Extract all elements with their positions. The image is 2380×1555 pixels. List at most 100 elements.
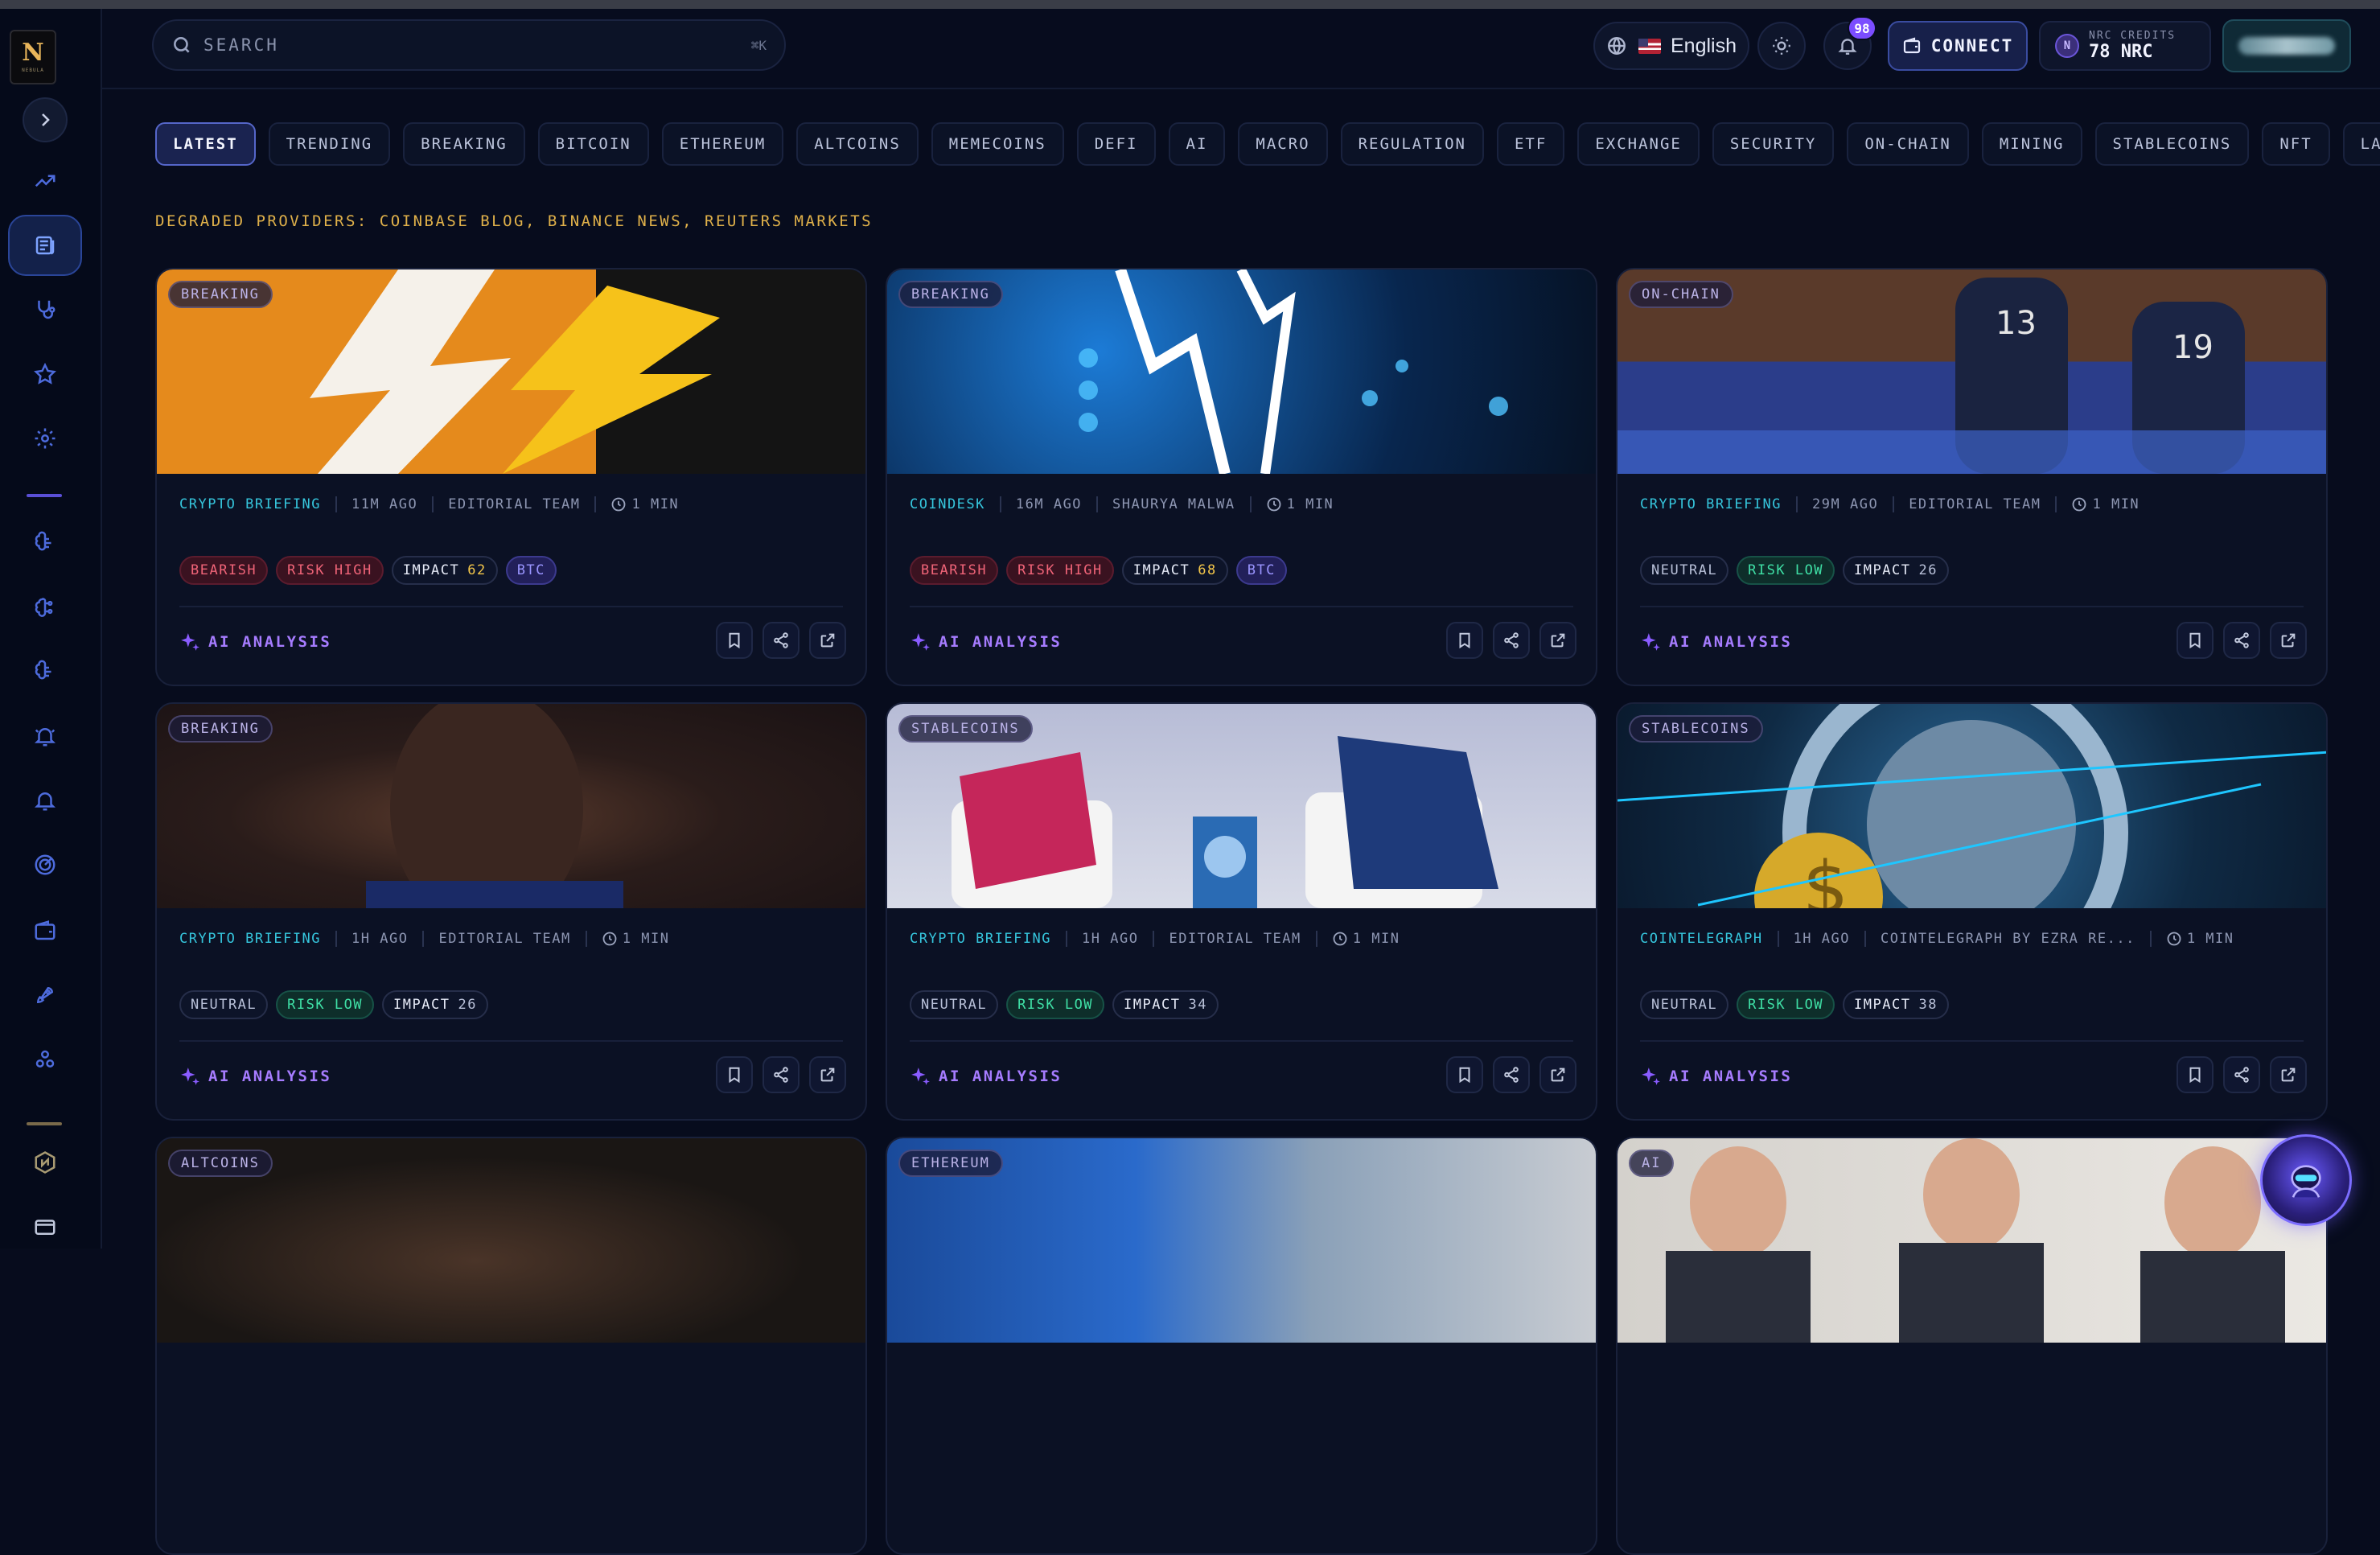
open-external-button[interactable] [2270, 622, 2307, 659]
tab-etf[interactable]: ETF [1496, 122, 1565, 166]
tab-breaking[interactable]: BREAKING [403, 122, 525, 166]
tab-macro[interactable]: MACRO [1238, 122, 1328, 166]
news-card-image[interactable]: BREAKING [157, 704, 865, 908]
category-tabs: LATEST TRENDING BREAKING BITCOIN ETHEREUM ALT… [155, 122, 2380, 167]
sidebar-item-health[interactable] [16, 281, 74, 339]
ai-analysis-button[interactable]: AI ANALYSIS [1640, 1066, 1792, 1087]
news-card[interactable]: AI [1616, 1137, 2328, 1555]
sidebar-item-settings[interactable] [16, 409, 74, 467]
tab-exchange[interactable]: EXCHANGE [1577, 122, 1700, 166]
sidebar-item-radar[interactable] [16, 836, 74, 894]
open-external-button[interactable] [1539, 1056, 1576, 1093]
share-button[interactable] [1493, 1056, 1530, 1093]
tab-bitcoin[interactable]: BITCOIN [537, 122, 649, 166]
share-button[interactable] [1493, 622, 1530, 659]
tab-security[interactable]: SECURITY [1712, 122, 1835, 166]
news-card[interactable]: STABLECOINS CRYPTO BRIEFING 1H AGO EDITORIA… [886, 702, 1597, 1121]
open-external-button[interactable] [1539, 622, 1576, 659]
ai-analysis-button[interactable]: AI ANALYSIS [179, 631, 331, 652]
open-external-button[interactable] [809, 1056, 846, 1093]
news-card[interactable]: $STABLECOINSCOINTELEGRAPH1H AGOCOINTELEG… [1616, 702, 2328, 1121]
sidebar-item-signals[interactable] [16, 643, 74, 701]
credits-display[interactable]: N NRC CREDITS 78 NRC [2039, 21, 2211, 71]
asset-badge[interactable]: BTC [505, 556, 557, 585]
bookmark-button[interactable] [716, 622, 753, 659]
tab-ai[interactable]: AI [1168, 122, 1226, 166]
news-card-image[interactable]: AI [1617, 1138, 2326, 1343]
app-logo[interactable]: N NEBULA [10, 30, 56, 84]
news-card[interactable]: BREAKING CRYPTO BRIEFING 1H AGO EDITORIAL T… [155, 702, 867, 1121]
sidebar-item-favorites[interactable] [16, 345, 74, 403]
news-card-image[interactable]: STABLECOINS [887, 704, 1596, 908]
sidebar-item-analytics[interactable] [16, 578, 74, 636]
tab-latest[interactable]: LATEST [155, 122, 256, 166]
news-card[interactable]: 13 19 ON-CHAIN CRYPTO BRIEFING 29M AGO EDITOR… [1616, 268, 2328, 686]
tab-defi[interactable]: DEFI [1076, 122, 1156, 166]
ai-analysis-button[interactable]: AI ANALYSIS [910, 631, 1062, 652]
clock-icon [2167, 932, 2181, 946]
news-card-image[interactable]: 13 19 ON-CHAIN [1617, 269, 2326, 474]
bookmark-button[interactable] [1446, 622, 1483, 659]
source-link[interactable]: COINTELEGRAPH [1640, 931, 1763, 947]
sidebar-item-launch[interactable] [16, 966, 74, 1024]
tab-altcoins[interactable]: ALTCOINS [796, 122, 919, 166]
open-external-button[interactable] [2270, 1056, 2307, 1093]
news-card[interactable]: ALTCOINS [155, 1137, 867, 1555]
tab-regulation[interactable]: REGULATION [1340, 122, 1484, 166]
share-button[interactable] [2223, 1056, 2260, 1093]
ai-assistant-button[interactable] [2260, 1134, 2352, 1226]
tab-layer-2[interactable]: LAYER 2 [2342, 122, 2380, 166]
bookmark-button[interactable] [2177, 1056, 2214, 1093]
tab-stablecoins[interactable]: STABLECOINS [2094, 122, 2250, 166]
sidebar-item-network[interactable] [16, 1030, 74, 1088]
language-selector[interactable]: English [1593, 22, 1749, 70]
sidebar-item-notifications[interactable] [16, 771, 74, 829]
sidebar-expand-button[interactable] [23, 97, 68, 142]
ai-analysis-label: AI ANALYSIS [1669, 1068, 1793, 1085]
ai-analysis-button[interactable]: AI ANALYSIS [179, 1066, 331, 1087]
share-button[interactable] [763, 1056, 799, 1093]
tab-mining[interactable]: MINING [1981, 122, 2082, 166]
sidebar-item-trending[interactable] [16, 152, 74, 210]
sidebar-item-billing[interactable] [16, 1198, 74, 1256]
ai-analysis-button[interactable]: AI ANALYSIS [1640, 631, 1792, 652]
source-link[interactable]: CRYPTO BRIEFING [179, 931, 321, 947]
news-card-image[interactable]: BREAKING [887, 269, 1596, 474]
ai-analysis-button[interactable]: AI ANALYSIS [910, 1066, 1062, 1087]
sidebar-item-wallet[interactable] [16, 902, 74, 960]
news-card[interactable]: BREAKING COINDESK 16M AGO SHAURYA MALWA 1 MI… [886, 268, 1597, 686]
news-card-image[interactable]: ETHEREUM [887, 1138, 1596, 1343]
search-input[interactable]: SEARCH [203, 35, 751, 55]
tab-on-chain[interactable]: ON-CHAIN [1847, 122, 1969, 166]
source-link[interactable]: CRYPTO BRIEFING [1640, 496, 1782, 512]
tab-nft[interactable]: NFT [2262, 122, 2330, 166]
open-external-button[interactable] [809, 622, 846, 659]
news-card-image[interactable]: ALTCOINS [157, 1138, 865, 1343]
bookmark-button[interactable] [716, 1056, 753, 1093]
source-link[interactable]: CRYPTO BRIEFING [910, 931, 1051, 947]
bookmark-icon [729, 1067, 740, 1084]
tab-memecoins[interactable]: MEMECOINS [931, 122, 1064, 166]
news-card-image[interactable]: $STABLECOINS [1617, 704, 2326, 908]
user-account-button[interactable] [2222, 19, 2351, 72]
tab-ethereum[interactable]: ETHEREUM [661, 122, 784, 166]
news-card[interactable]: BREAKING CRYPTO BRIEFING 11M AGO EDITORIAL … [155, 268, 867, 686]
bookmark-button[interactable] [1446, 1056, 1483, 1093]
news-card-image[interactable]: BREAKING [157, 269, 865, 474]
connect-wallet-button[interactable]: CONNECT [1888, 21, 2028, 71]
search-bar[interactable]: SEARCH ⌘K [152, 19, 786, 71]
sidebar-item-ai-brain[interactable] [16, 514, 74, 572]
sidebar-item-news[interactable] [8, 215, 82, 276]
sidebar-item-token[interactable] [16, 1133, 74, 1191]
sidebar-item-alerts[interactable] [16, 707, 74, 765]
bookmark-button[interactable] [2177, 622, 2214, 659]
share-button[interactable] [2223, 622, 2260, 659]
theme-toggle-button[interactable] [1757, 22, 1806, 70]
share-button[interactable] [763, 622, 799, 659]
news-card[interactable]: ETHEREUM [886, 1137, 1597, 1555]
asset-badge[interactable]: BTC [1235, 556, 1287, 585]
tab-trending[interactable]: TRENDING [268, 122, 391, 166]
bell-icon [34, 792, 56, 811]
source-link[interactable]: COINDESK [910, 496, 985, 512]
source-link[interactable]: CRYPTO BRIEFING [179, 496, 321, 512]
